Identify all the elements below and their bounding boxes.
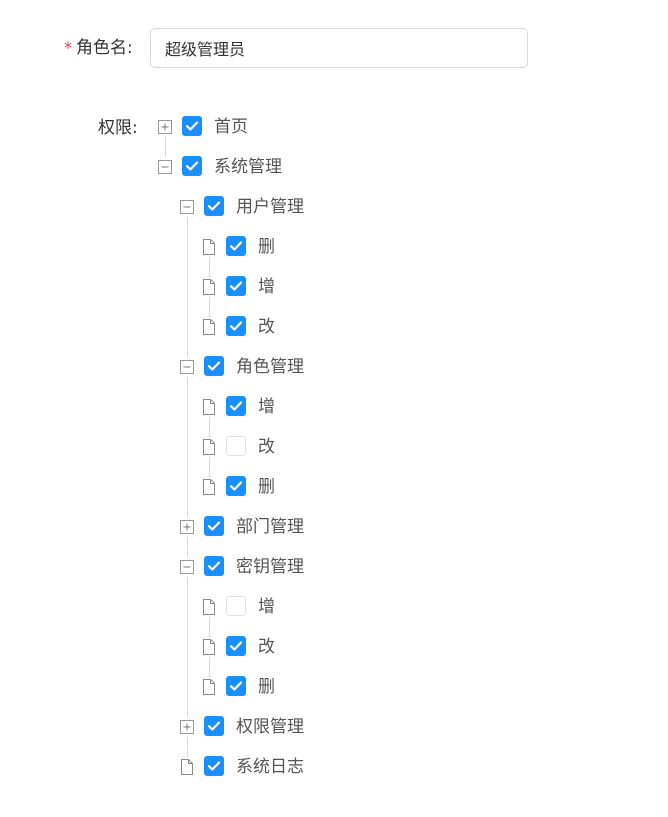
- minus-square-icon[interactable]: [179, 559, 195, 575]
- file-icon: [201, 479, 217, 495]
- tree-node-label[interactable]: 增: [258, 275, 275, 299]
- permission-checkbox[interactable]: [226, 396, 246, 416]
- permission-checkbox[interactable]: [182, 116, 202, 136]
- check-icon: [207, 721, 221, 731]
- tree-node[interactable]: 首页: [157, 115, 357, 139]
- minus-square-icon[interactable]: [179, 359, 195, 375]
- tree-node[interactable]: 密钥管理: [179, 555, 379, 579]
- tree-node[interactable]: 用户管理: [179, 195, 379, 219]
- role-edit-form: *角色名: 权限: 首页系统管理用户管理删增改角色管理增改删部门管理密钥管理增改…: [0, 0, 668, 817]
- tree-node[interactable]: 改: [201, 635, 401, 659]
- tree-node[interactable]: 系统管理: [157, 155, 357, 179]
- permission-tree: 首页 系统管理 用户管理删增改角色管理增改删部门管理 密钥管理增改删权限管理 系统日志: [0, 0, 668, 817]
- tree-node-label[interactable]: 权限管理: [236, 715, 304, 739]
- check-icon: [229, 481, 243, 491]
- permission-checkbox[interactable]: [204, 556, 224, 576]
- tree-node-label[interactable]: 删: [258, 675, 275, 699]
- plus-square-icon[interactable]: [179, 519, 195, 535]
- check-icon: [229, 681, 243, 691]
- check-icon: [229, 241, 243, 251]
- tree-guide-line: [187, 737, 188, 757]
- tree-guide-line: [209, 657, 210, 677]
- permission-checkbox[interactable]: [226, 476, 246, 496]
- tree-node-label[interactable]: 改: [258, 315, 275, 339]
- permission-checkbox[interactable]: [226, 316, 246, 336]
- tree-guide-line: [209, 257, 210, 277]
- tree-branch-line: [187, 577, 188, 699]
- check-icon: [185, 121, 199, 131]
- tree-node-label[interactable]: 删: [258, 475, 275, 499]
- tree-node-label[interactable]: 改: [258, 635, 275, 659]
- tree-guide-line: [209, 297, 210, 317]
- check-icon: [207, 561, 221, 571]
- file-icon: [201, 679, 217, 695]
- tree-node[interactable]: 部门管理: [179, 515, 379, 539]
- tree-node[interactable]: 改: [201, 315, 401, 339]
- tree-guide-line: [209, 417, 210, 437]
- check-icon: [229, 281, 243, 291]
- tree-node-label[interactable]: 增: [258, 595, 275, 619]
- tree-node[interactable]: 改: [201, 435, 401, 459]
- minus-square-icon[interactable]: [157, 159, 173, 175]
- tree-node-label[interactable]: 部门管理: [236, 515, 304, 539]
- tree-node-label[interactable]: 系统日志: [236, 755, 304, 779]
- tree-node-label[interactable]: 角色管理: [236, 355, 304, 379]
- check-icon: [229, 401, 243, 411]
- check-icon: [207, 201, 221, 211]
- permission-checkbox[interactable]: [226, 676, 246, 696]
- permission-checkbox[interactable]: [204, 756, 224, 776]
- permission-checkbox[interactable]: [226, 276, 246, 296]
- tree-node-label[interactable]: 删: [258, 235, 275, 259]
- tree-node-label[interactable]: 改: [258, 435, 275, 459]
- tree-node-label[interactable]: 增: [258, 395, 275, 419]
- permission-checkbox[interactable]: [204, 516, 224, 536]
- permission-checkbox[interactable]: [226, 596, 246, 616]
- check-icon: [207, 761, 221, 771]
- file-icon: [201, 279, 217, 295]
- file-icon: [201, 239, 217, 255]
- tree-node[interactable]: 角色管理: [179, 355, 379, 379]
- file-icon: [201, 599, 217, 615]
- permission-checkbox[interactable]: [204, 716, 224, 736]
- tree-branch-line: [187, 377, 188, 499]
- permission-checkbox[interactable]: [204, 356, 224, 376]
- file-icon: [179, 759, 195, 775]
- tree-node[interactable]: 增: [201, 275, 401, 299]
- tree-branch-line: [187, 217, 188, 339]
- check-icon: [207, 361, 221, 371]
- minus-square-icon[interactable]: [179, 199, 195, 215]
- tree-node[interactable]: 删: [201, 675, 401, 699]
- tree-node-label[interactable]: 密钥管理: [236, 555, 304, 579]
- file-icon: [201, 399, 217, 415]
- tree-guide-line: [209, 617, 210, 637]
- file-icon: [201, 319, 217, 335]
- check-icon: [229, 321, 243, 331]
- check-icon: [229, 641, 243, 651]
- tree-node-label[interactable]: 首页: [214, 115, 248, 139]
- tree-node[interactable]: 增: [201, 595, 401, 619]
- tree-node[interactable]: 权限管理: [179, 715, 379, 739]
- file-icon: [201, 439, 217, 455]
- permission-checkbox[interactable]: [182, 156, 202, 176]
- tree-node[interactable]: 系统日志: [179, 755, 379, 779]
- plus-square-icon[interactable]: [179, 719, 195, 735]
- tree-guide-line: [165, 137, 166, 157]
- check-icon: [185, 161, 199, 171]
- tree-node[interactable]: 删: [201, 235, 401, 259]
- tree-guide-line: [187, 537, 188, 557]
- plus-square-icon[interactable]: [157, 119, 173, 135]
- permission-checkbox[interactable]: [226, 436, 246, 456]
- permission-checkbox[interactable]: [226, 636, 246, 656]
- tree-guide-line: [209, 457, 210, 477]
- check-icon: [207, 521, 221, 531]
- permission-checkbox[interactable]: [204, 196, 224, 216]
- tree-node[interactable]: 删: [201, 475, 401, 499]
- tree-node-label[interactable]: 用户管理: [236, 195, 304, 219]
- tree-node[interactable]: 增: [201, 395, 401, 419]
- file-icon: [201, 639, 217, 655]
- permission-checkbox[interactable]: [226, 236, 246, 256]
- tree-node-label[interactable]: 系统管理: [214, 155, 282, 179]
